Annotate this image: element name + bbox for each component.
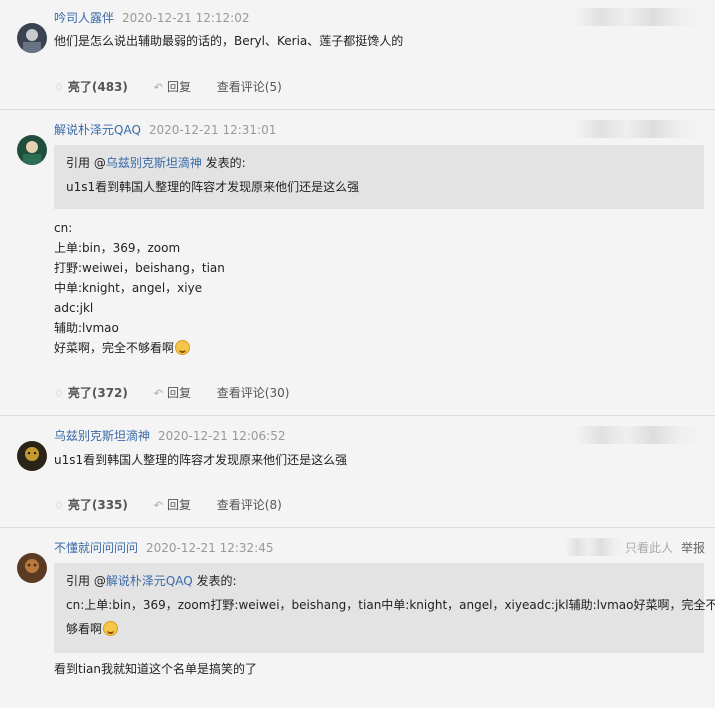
like-button[interactable]: ♢ 亮了(372): [54, 384, 128, 401]
like-button[interactable]: ♢ 亮了(335): [54, 496, 128, 513]
avatar[interactable]: [17, 441, 47, 471]
body-line: adc:jkl: [54, 301, 94, 315]
comment-2: 解说朴泽元QAQ 2020-12-21 12:31:01 引用 @乌兹别克斯坦滴神…: [0, 110, 715, 416]
avatar[interactable]: [17, 553, 47, 583]
username-link[interactable]: 吟司人露伴: [54, 11, 114, 25]
comment-meta: 不懂就问问问问 2020-12-21 12:32:45: [54, 539, 273, 556]
laugh-emoji-icon: [175, 340, 191, 355]
body-line-last: 好菜啊，完全不够看啊: [54, 338, 225, 358]
body-line: 辅助:lvmao: [54, 321, 119, 335]
quote-block: 引用 @解说朴泽元QAQ 发表的: cn:上单:bin，369，zoom打野:w…: [54, 563, 715, 653]
timestamp: 2020-12-21 12:06:52: [158, 429, 286, 443]
comment-meta: 解说朴泽元QAQ 2020-12-21 12:31:01: [54, 121, 276, 138]
comment-body: u1s1看到韩国人整理的阵容才发现原来他们还是这么强: [54, 453, 348, 467]
comment-meta: 乌兹别克斯坦滴神 2020-12-21 12:06:52: [54, 427, 285, 444]
avatar[interactable]: [17, 135, 47, 165]
comment-actions: ♢ 亮了(372) ↶ 回复 查看评论(30): [54, 384, 311, 401]
timestamp: 2020-12-21 12:12:02: [122, 11, 250, 25]
comment-actions: ♢ 亮了(335) ↶ 回复 查看评论(8): [54, 496, 304, 513]
comment-body: 看到tian我就知道这个名单是搞笑的了: [54, 662, 257, 676]
body-line: 中单:knight，angel，xiye: [54, 281, 203, 295]
comment-meta: 吟司人露伴 2020-12-21 12:12:02: [54, 9, 249, 26]
quote-user-link[interactable]: 解说朴泽元QAQ: [106, 574, 193, 588]
comment-body: cn: 上单:bin，369，zoom 打野:weiwei，beishang，t…: [54, 218, 225, 358]
quote-text: u1s1看到韩国人整理的阵容才发现原来他们还是这么强: [66, 180, 360, 194]
quote-text: cn:上单:bin，369，zoom打野:weiwei，beishang，tia…: [66, 598, 715, 612]
avatar[interactable]: [17, 23, 47, 53]
username-link[interactable]: 解说朴泽元QAQ: [54, 123, 141, 137]
laugh-emoji-icon: [103, 621, 119, 636]
body-line: cn:: [54, 221, 73, 235]
quote-block: 引用 @乌兹别克斯坦滴神 发表的: u1s1看到韩国人整理的阵容才发现原来他们还…: [54, 145, 704, 209]
reply-button[interactable]: ↶ 回复: [154, 78, 191, 95]
reply-icon: ↶: [153, 499, 163, 512]
quote-user-link[interactable]: 乌兹别克斯坦滴神: [106, 156, 202, 170]
blurred-region: [575, 8, 705, 26]
blurred-region: [575, 426, 705, 444]
like-button[interactable]: ♢ 亮了(483): [54, 78, 128, 95]
thumb-icon: ♢: [54, 81, 64, 94]
reply-button[interactable]: ↶ 回复: [154, 496, 191, 513]
view-comments-button[interactable]: 查看评论(5): [217, 78, 282, 95]
comment-extra-actions: 只看此人 举报: [617, 539, 705, 556]
body-line: 上单:bin，369，zoom: [54, 241, 181, 255]
quote-text-cont: 够看啊: [66, 617, 692, 641]
view-comments-button[interactable]: 查看评论(30): [217, 384, 290, 401]
quote-header: 引用 @乌兹别克斯坦滴神 发表的:: [66, 156, 246, 170]
body-line: 打野:weiwei，beishang，tian: [54, 261, 225, 275]
comment-actions: ♢ 亮了(483) ↶ 回复 查看评论(5): [54, 78, 304, 95]
username-link[interactable]: 乌兹别克斯坦滴神: [54, 429, 150, 443]
comment-1: 吟司人露伴 2020-12-21 12:12:02 他们是怎么说出辅助最弱的话的，…: [0, 0, 715, 110]
comment-body: 他们是怎么说出辅助最弱的话的，Beryl、Keria、莲子都挺馋人的: [54, 34, 404, 48]
view-comments-button[interactable]: 查看评论(8): [217, 496, 282, 513]
blurred-region: [575, 120, 705, 138]
timestamp: 2020-12-21 12:31:01: [148, 123, 277, 137]
thumb-icon: ♢: [54, 387, 64, 400]
reply-icon: ↶: [153, 81, 163, 94]
reply-button[interactable]: ↶ 回复: [154, 384, 191, 401]
thumb-icon: ♢: [54, 499, 64, 512]
quote-header: 引用 @解说朴泽元QAQ 发表的:: [66, 574, 237, 588]
only-this-user-link[interactable]: 只看此人: [625, 541, 673, 555]
username-link[interactable]: 不懂就问问问问: [54, 541, 138, 555]
comment-3: 乌兹别克斯坦滴神 2020-12-21 12:06:52 u1s1看到韩国人整理的…: [0, 416, 715, 528]
report-link[interactable]: 举报: [681, 541, 705, 555]
timestamp: 2020-12-21 12:32:45: [146, 541, 274, 555]
comment-4: 不懂就问问问问 2020-12-21 12:32:45 只看此人 举报 引用 @解说…: [0, 528, 715, 708]
reply-icon: ↶: [153, 387, 163, 400]
